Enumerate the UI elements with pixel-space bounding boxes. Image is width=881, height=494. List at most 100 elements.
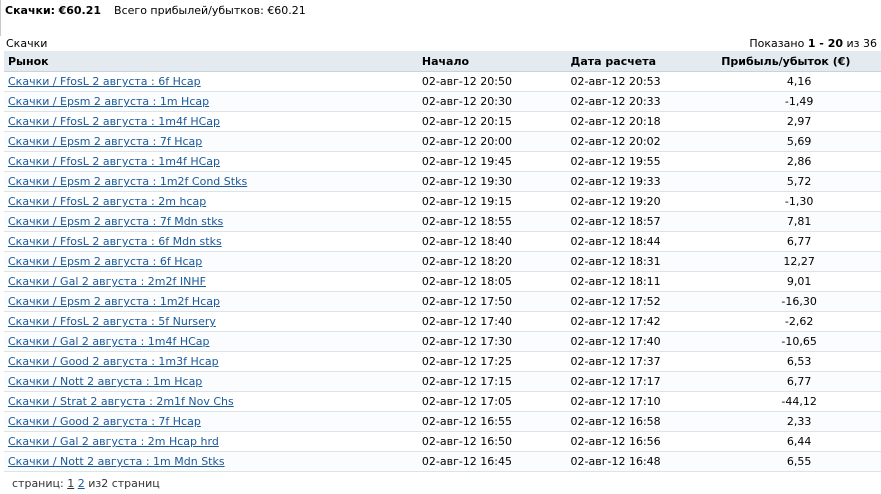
settled-time-cell: 02-авг-12 17:42 — [566, 311, 718, 332]
profit-loss-cell: 12,27 — [717, 251, 881, 272]
market-cell: Скачки / Epsm 2 августа : 1m Hcap — [4, 91, 418, 112]
start-time-cell: 02-авг-12 20:50 — [417, 71, 567, 92]
market-cell: Скачки / Good 2 августа : 1m3f Hcap — [4, 351, 418, 372]
market-cell: Скачки / FfosL 2 августа : 2m hcap — [4, 191, 418, 212]
start-time-cell: 02-авг-12 16:50 — [417, 431, 567, 452]
results-count: Показано 1 - 20 из 36 — [749, 37, 877, 50]
start-time-cell: 02-авг-12 17:40 — [417, 311, 567, 332]
market-cell: Скачки / Gal 2 августа : 1m4f HCap — [4, 331, 418, 352]
settled-time-cell: 02-авг-12 20:02 — [566, 131, 718, 152]
market-cell: Скачки / FfosL 2 августа : 5f Nursery — [4, 311, 418, 332]
start-time-cell: 02-авг-12 19:45 — [417, 151, 567, 172]
market-link[interactable]: Скачки / Gal 2 августа : 2m Hcap hrd — [8, 435, 219, 448]
table-row: Скачки / Nott 2 августа : 1m Mdn Stks 02-… — [4, 451, 881, 472]
table-row: Скачки / Nott 2 августа : 1m Hcap 02-авг-… — [4, 371, 881, 392]
market-link[interactable]: Скачки / Gal 2 августа : 1m4f HCap — [8, 335, 210, 348]
profit-loss-cell: 2,86 — [717, 151, 881, 172]
start-time-cell: 02-авг-12 16:45 — [417, 451, 567, 472]
settled-time-cell: 02-авг-12 17:17 — [566, 371, 718, 392]
profit-loss-cell: 2,97 — [717, 111, 881, 132]
market-link[interactable]: Скачки / Gal 2 августа : 2m2f INHF — [8, 275, 206, 288]
column-header-pl[interactable]: Прибыль/убыток (€) — [717, 51, 881, 72]
market-link[interactable]: Скачки / FfosL 2 августа : 5f Nursery — [8, 315, 216, 328]
market-link[interactable]: Скачки / FfosL 2 августа : 6f Hcap — [8, 75, 201, 88]
table-row: Скачки / Strat 2 августа : 2m1f Nov Chs 0… — [4, 391, 881, 412]
market-link[interactable]: Скачки / Nott 2 августа : 1m Mdn Stks — [8, 455, 225, 468]
start-time-cell: 02-авг-12 18:55 — [417, 211, 567, 232]
start-time-cell: 02-авг-12 17:30 — [417, 331, 567, 352]
table-row: Скачки / Epsm 2 августа : 7f Hcap 02-авг-… — [4, 131, 881, 152]
market-link[interactable]: Скачки / FfosL 2 августа : 2m hcap — [8, 195, 206, 208]
pl-summary: Скачки: €60.21 Всего прибылей/убытков: €… — [5, 4, 306, 17]
table-row: Скачки / FfosL 2 августа : 2m hcap 02-авг… — [4, 191, 881, 212]
profit-loss-cell: 4,16 — [717, 71, 881, 92]
market-link[interactable]: Скачки / Nott 2 августа : 1m Hcap — [8, 375, 202, 388]
start-time-cell: 02-авг-12 19:30 — [417, 171, 567, 192]
summary-label: Скачки: — [5, 4, 56, 17]
settled-time-cell: 02-авг-12 17:40 — [566, 331, 718, 352]
market-link[interactable]: Скачки / Epsm 2 августа : 7f Mdn stks — [8, 215, 223, 228]
market-cell: Скачки / FfosL 2 августа : 6f Mdn stks — [4, 231, 418, 252]
pagination-suffix: из2 страниц — [88, 477, 160, 490]
table-row: Скачки / Epsm 2 августа : 1m Hcap 02-авг-… — [4, 91, 881, 112]
table-row: Скачки / Gal 2 августа : 2m2f INHF 02-авг… — [4, 271, 881, 292]
pagination-page-next[interactable]: 2 — [78, 477, 85, 490]
settled-time-cell: 02-авг-12 18:44 — [566, 231, 718, 252]
market-cell: Скачки / Gal 2 августа : 2m2f INHF — [4, 271, 418, 292]
table-row: Скачки / Epsm 2 августа : 7f Mdn stks 02-… — [4, 211, 881, 232]
table-row: Скачки / FfosL 2 августа : 6f Mdn stks 02… — [4, 231, 881, 252]
profit-loss-cell: -44,12 — [717, 391, 881, 412]
market-link[interactable]: Скачки / Epsm 2 августа : 1m Hcap — [8, 95, 209, 108]
profit-loss-cell: -16,30 — [717, 291, 881, 312]
table-row: Скачки / FfosL 2 августа : 1m4f HCap 02-а… — [4, 151, 881, 172]
profit-loss-cell: 2,33 — [717, 411, 881, 432]
settled-time-cell: 02-авг-12 20:18 — [566, 111, 718, 132]
start-time-cell: 02-авг-12 18:20 — [417, 251, 567, 272]
start-time-cell: 02-авг-12 19:15 — [417, 191, 567, 212]
market-cell: Скачки / Epsm 2 августа : 1m2f Cond Stks — [4, 171, 418, 192]
settled-time-cell: 02-авг-12 16:58 — [566, 411, 718, 432]
settled-time-cell: 02-авг-12 18:57 — [566, 211, 718, 232]
profit-loss-cell: 5,69 — [717, 131, 881, 152]
column-header-settled[interactable]: Дата расчета — [566, 51, 718, 72]
market-cell: Скачки / Good 2 августа : 7f Hcap — [4, 411, 418, 432]
market-link[interactable]: Скачки / Strat 2 августа : 2m1f Nov Chs — [8, 395, 234, 408]
profit-loss-cell: -1,49 — [717, 91, 881, 112]
table-row: Скачки / Gal 2 августа : 2m Hcap hrd 02-а… — [4, 431, 881, 452]
market-cell: Скачки / Epsm 2 августа : 7f Mdn stks — [4, 211, 418, 232]
market-link[interactable]: Скачки / Epsm 2 августа : 6f Hcap — [8, 255, 202, 268]
column-header-start[interactable]: Начало — [417, 51, 567, 72]
market-cell: Скачки / FfosL 2 августа : 6f Hcap — [4, 71, 418, 92]
table-row: Скачки / Epsm 2 августа : 6f Hcap 02-авг-… — [4, 251, 881, 272]
profit-loss-cell: -2,62 — [717, 311, 881, 332]
settled-time-cell: 02-авг-12 20:33 — [566, 91, 718, 112]
start-time-cell: 02-авг-12 18:05 — [417, 271, 567, 292]
settled-time-cell: 02-авг-12 18:11 — [566, 271, 718, 292]
summary-total-amount: €60.21 — [267, 4, 306, 17]
market-link[interactable]: Скачки / Good 2 августа : 7f Hcap — [8, 415, 201, 428]
market-link[interactable]: Скачки / Epsm 2 августа : 1m2f Cond Stks — [8, 175, 247, 188]
market-link[interactable]: Скачки / Epsm 2 августа : 1m2f Hcap — [8, 295, 220, 308]
column-header-market[interactable]: Рынок — [4, 51, 418, 72]
results-count-total: 36 — [863, 37, 877, 50]
market-link[interactable]: Скачки / Epsm 2 августа : 7f Hcap — [8, 135, 202, 148]
start-time-cell: 02-авг-12 18:40 — [417, 231, 567, 252]
summary-amount: €60.21 — [58, 4, 102, 17]
profit-loss-cell: 6,53 — [717, 351, 881, 372]
table-row: Скачки / Epsm 2 августа : 1m2f Cond Stks… — [4, 171, 881, 192]
market-link[interactable]: Скачки / Good 2 августа : 1m3f Hcap — [8, 355, 219, 368]
pagination-label: страниц: — [12, 477, 64, 490]
profit-loss-cell: 5,72 — [717, 171, 881, 192]
pagination-page-current[interactable]: 1 — [67, 477, 74, 490]
market-link[interactable]: Скачки / FfosL 2 августа : 1m4f HCap — [8, 115, 220, 128]
start-time-cell: 02-авг-12 20:15 — [417, 111, 567, 132]
profit-loss-cell: 6,44 — [717, 431, 881, 452]
summary-total-label: Всего прибылей/убытков: — [114, 4, 264, 17]
left-border-rule — [0, 0, 1, 36]
market-cell: Скачки / Epsm 2 августа : 7f Hcap — [4, 131, 418, 152]
market-link[interactable]: Скачки / FfosL 2 августа : 6f Mdn stks — [8, 235, 222, 248]
settled-time-cell: 02-авг-12 18:31 — [566, 251, 718, 272]
settled-time-cell: 02-авг-12 19:55 — [566, 151, 718, 172]
profit-loss-cell: -10,65 — [717, 331, 881, 352]
market-link[interactable]: Скачки / FfosL 2 августа : 1m4f HCap — [8, 155, 220, 168]
